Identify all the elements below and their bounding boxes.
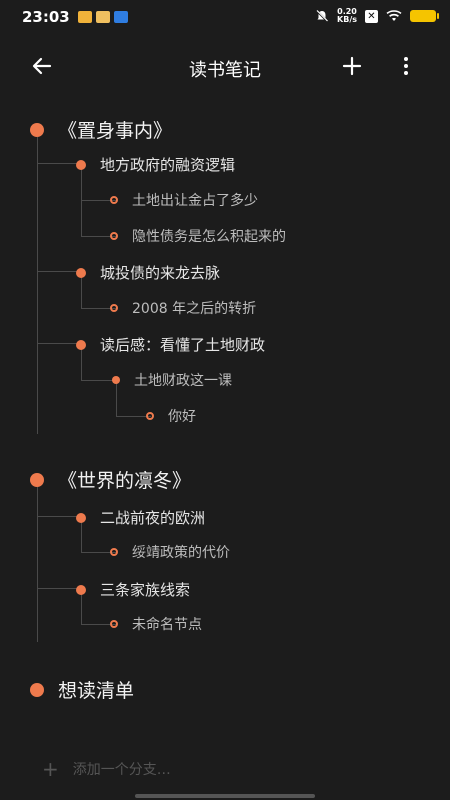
node-dot: [30, 682, 44, 697]
leaf-node-label: 2008 年之后的转折: [132, 301, 257, 317]
root-node[interactable]: 《置身事内》: [30, 116, 172, 143]
root-node[interactable]: 《世界的凛冬》: [30, 466, 191, 493]
node-dot: [76, 339, 86, 350]
root-node[interactable]: 想读清单: [30, 676, 134, 703]
branch-node[interactable]: 城投债的来龙去脉: [76, 262, 220, 283]
node-dot: [76, 584, 86, 595]
node-ring: [146, 412, 154, 420]
connector-line: [37, 271, 81, 272]
connector-line: [81, 380, 116, 381]
add-branch-button[interactable]: + 添加一个分支…: [42, 757, 171, 781]
node-dot: [112, 376, 120, 384]
root-node-label: 想读清单: [58, 680, 135, 702]
leaf-node-label: 土地财政这一课: [134, 373, 232, 389]
branch-node-label: 二战前夜的欧洲: [100, 509, 206, 527]
connector-line: [37, 516, 81, 517]
plus-icon: +: [42, 757, 59, 781]
branch-node-label: 读后感：看懂了土地财政: [100, 336, 266, 354]
branch-node-label: 地方政府的融资逻辑: [100, 156, 236, 174]
leaf-node[interactable]: 未命名节点: [110, 614, 202, 634]
node-ring: [110, 196, 118, 204]
leaf-node[interactable]: 绥靖政策的代价: [110, 542, 230, 562]
leaf-node-label: 你好: [168, 409, 196, 425]
node-ring: [110, 304, 118, 312]
connector-line: [37, 480, 38, 642]
node-dot: [76, 267, 86, 278]
leaf-node[interactable]: 2008 年之后的转折: [110, 298, 256, 318]
branch-node-label: 城投债的来龙去脉: [100, 264, 221, 282]
node-ring: [110, 548, 118, 556]
connector-line: [37, 588, 81, 589]
leaf-node[interactable]: 隐性债务是怎么积起来的: [110, 226, 286, 246]
node-dot: [76, 159, 86, 170]
home-indicator: [135, 794, 315, 798]
node-dot: [76, 512, 86, 523]
branch-node[interactable]: 三条家族线索: [76, 579, 190, 600]
root-node-label: 《世界的凛冬》: [58, 470, 192, 492]
node-dot: [30, 472, 44, 487]
node-ring: [110, 232, 118, 240]
connector-line: [37, 343, 81, 344]
leaf-node[interactable]: 你好: [146, 406, 196, 426]
leaf-node-label: 土地出让金占了多少: [132, 193, 258, 209]
branch-node-label: 三条家族线索: [100, 581, 191, 599]
root-node-label: 《置身事内》: [58, 120, 173, 142]
add-branch-label: 添加一个分支…: [72, 762, 171, 778]
branch-node[interactable]: 地方政府的融资逻辑: [76, 154, 235, 175]
leaf-node-label: 未命名节点: [132, 617, 202, 633]
node-ring: [110, 620, 118, 628]
node-dot: [30, 122, 44, 137]
leaf-node[interactable]: 土地财政这一课: [112, 370, 232, 390]
connector-line: [37, 137, 38, 434]
branch-node[interactable]: 读后感：看懂了土地财政: [76, 334, 265, 355]
leaf-node[interactable]: 土地出让金占了多少: [110, 190, 258, 210]
mind-map-tree: 《置身事内》 地方政府的融资逻辑 土地出让金占了多少 隐性债务是怎么积起来的 城…: [0, 0, 450, 800]
branch-node[interactable]: 二战前夜的欧洲: [76, 507, 205, 528]
leaf-node-label: 隐性债务是怎么积起来的: [132, 229, 286, 245]
leaf-node-label: 绥靖政策的代价: [132, 545, 230, 561]
connector-line: [37, 163, 81, 164]
